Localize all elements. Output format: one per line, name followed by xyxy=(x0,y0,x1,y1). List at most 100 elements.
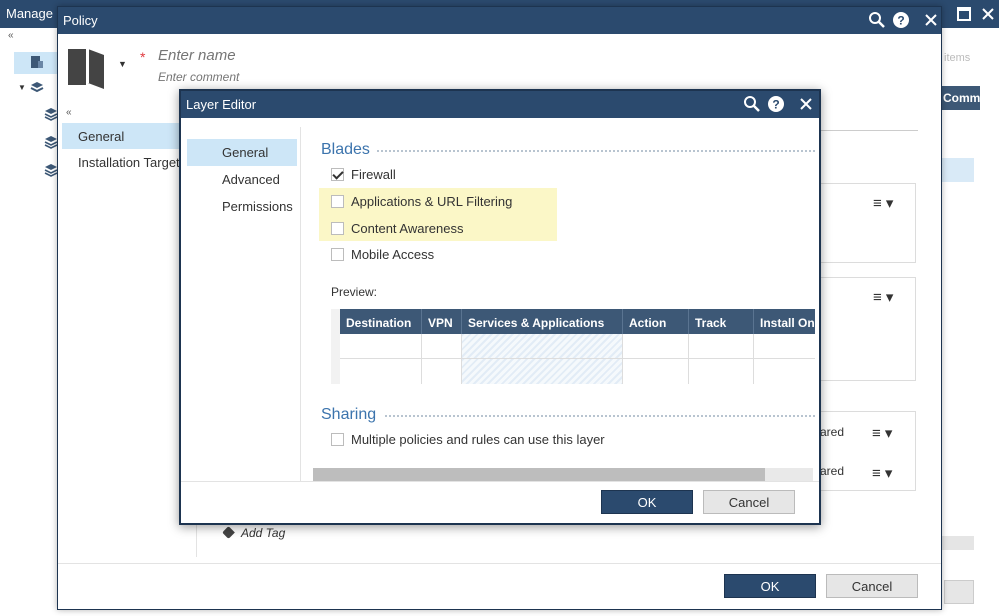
help-icon[interactable]: ? xyxy=(892,11,910,29)
table-cell xyxy=(754,334,815,359)
policy-icon xyxy=(31,56,43,68)
manage-button[interactable] xyxy=(944,580,974,604)
tree-item-policies[interactable] xyxy=(14,52,60,74)
multiple-policies-checkbox[interactable] xyxy=(331,433,344,446)
required-marker: * xyxy=(140,49,146,65)
shared-label: ared xyxy=(820,425,845,439)
nav-item-general[interactable]: General xyxy=(62,123,192,149)
preview-table-header: Destination VPN Services & Applications … xyxy=(340,309,815,334)
tree-item-layer[interactable] xyxy=(14,104,60,126)
cancel-button[interactable]: Cancel xyxy=(703,490,795,514)
nav-item-installation-targets[interactable]: Installation Targets xyxy=(62,149,192,175)
checkbox-label: Mobile Access xyxy=(351,247,435,262)
table-row[interactable] xyxy=(940,158,974,182)
layer-editor-dialog: Layer Editor ? General Advanced Permissi… xyxy=(179,89,821,525)
nav-item-general[interactable]: General xyxy=(187,139,297,166)
applications-url-filtering-checkbox[interactable] xyxy=(331,195,344,208)
tag-icon xyxy=(222,526,235,539)
items-hint: items xyxy=(944,52,971,64)
divider xyxy=(818,130,918,131)
checkbox-label: Multiple policies and rules can use this… xyxy=(351,432,605,447)
policy-titlebar: Policy ? xyxy=(58,7,941,34)
ok-button[interactable]: OK xyxy=(601,490,693,514)
mobile-access-checkbox[interactable] xyxy=(331,248,344,261)
firewall-checkbox[interactable] xyxy=(331,168,344,181)
table-cell xyxy=(689,359,754,384)
column-header-vpn: VPN xyxy=(422,309,462,334)
column-header-track: Track xyxy=(689,309,754,334)
search-icon[interactable] xyxy=(868,11,886,29)
layer-icon xyxy=(44,136,58,149)
maximize-icon[interactable] xyxy=(954,4,974,24)
policy-title: Policy xyxy=(63,13,98,28)
content-awareness-checkbox[interactable] xyxy=(331,222,344,235)
table-cell xyxy=(623,359,689,384)
scrollbar-thumb[interactable] xyxy=(313,468,765,481)
divider xyxy=(300,127,301,481)
table-cell xyxy=(623,334,689,359)
nav-item-permissions[interactable]: Permissions xyxy=(187,193,297,220)
menu-icon[interactable]: ≡ ▾ xyxy=(872,424,892,442)
checkbox-label: Content Awareness xyxy=(351,221,464,236)
help-icon[interactable]: ? xyxy=(767,95,785,113)
checkbox-label: Applications & URL Filtering xyxy=(351,194,513,209)
nav-item-advanced[interactable]: Advanced xyxy=(187,166,297,193)
sharing-section-title: Sharing xyxy=(321,406,377,423)
collapse-icon[interactable]: « xyxy=(8,30,14,41)
cancel-button[interactable]: Cancel xyxy=(826,574,918,598)
section-divider xyxy=(385,415,815,417)
table-cell xyxy=(340,359,422,384)
divider xyxy=(58,563,941,564)
layer-card: ≡ ▾ ≡ ▾ xyxy=(818,411,916,491)
table-cell xyxy=(340,334,422,359)
layer-editor-title: Layer Editor xyxy=(186,97,257,112)
close-icon[interactable] xyxy=(797,95,815,113)
preview-table-body xyxy=(340,334,815,384)
horizontal-scrollbar[interactable] xyxy=(940,536,974,550)
section-divider xyxy=(377,150,815,152)
layers-icon xyxy=(30,82,44,93)
table-cell xyxy=(462,359,623,384)
close-icon[interactable] xyxy=(922,11,940,29)
layer-icon xyxy=(44,108,58,121)
tree-item-layer[interactable] xyxy=(14,132,60,154)
manage-tree: ▼ xyxy=(14,52,60,182)
add-tag-label: Add Tag xyxy=(241,526,286,540)
menu-icon[interactable]: ≡ ▾ xyxy=(873,194,893,212)
column-header-services-applications: Services & Applications xyxy=(462,309,623,334)
table-cell xyxy=(462,334,623,359)
chevron-down-icon[interactable]: ▼ xyxy=(118,59,127,69)
layer-editor-titlebar: Layer Editor ? xyxy=(181,91,819,118)
table-cell xyxy=(754,359,815,384)
table-cell xyxy=(422,359,462,384)
svg-text:?: ? xyxy=(772,98,779,112)
name-input[interactable] xyxy=(158,47,458,64)
ok-button[interactable]: OK xyxy=(724,574,816,598)
policy-book-icon[interactable] xyxy=(68,45,124,89)
checkbox-label: Firewall xyxy=(351,167,396,182)
collapse-icon[interactable]: « xyxy=(66,107,72,118)
layer-editor-nav: General Advanced Permissions xyxy=(187,139,297,220)
layer-card: ≡ ▾ xyxy=(818,183,916,263)
add-tag-link[interactable]: Add Tag xyxy=(222,526,286,540)
layer-card: ≡ ▾ xyxy=(818,277,916,381)
menu-icon[interactable]: ≡ ▾ xyxy=(873,288,893,306)
divider xyxy=(181,481,819,482)
shared-label: ared xyxy=(820,464,845,478)
close-icon[interactable] xyxy=(978,4,998,24)
manage-title: Manage xyxy=(6,6,53,21)
search-icon[interactable] xyxy=(743,95,761,113)
table-cell xyxy=(689,334,754,359)
blades-section-title: Blades xyxy=(321,141,370,158)
policy-nav: General Installation Targets xyxy=(62,123,192,175)
preview-label: Preview: xyxy=(331,285,378,299)
layer-icon xyxy=(44,164,58,177)
tree-item-layer[interactable] xyxy=(14,160,60,182)
column-header-action: Action xyxy=(623,309,689,334)
expand-icon[interactable]: ▼ xyxy=(18,83,26,92)
comment-input[interactable] xyxy=(158,70,458,84)
column-header-comments[interactable]: Comm xyxy=(940,86,980,110)
menu-icon[interactable]: ≡ ▾ xyxy=(872,464,892,482)
column-header-destination: Destination xyxy=(340,309,422,334)
tree-item-layers[interactable]: ▼ xyxy=(14,78,60,100)
